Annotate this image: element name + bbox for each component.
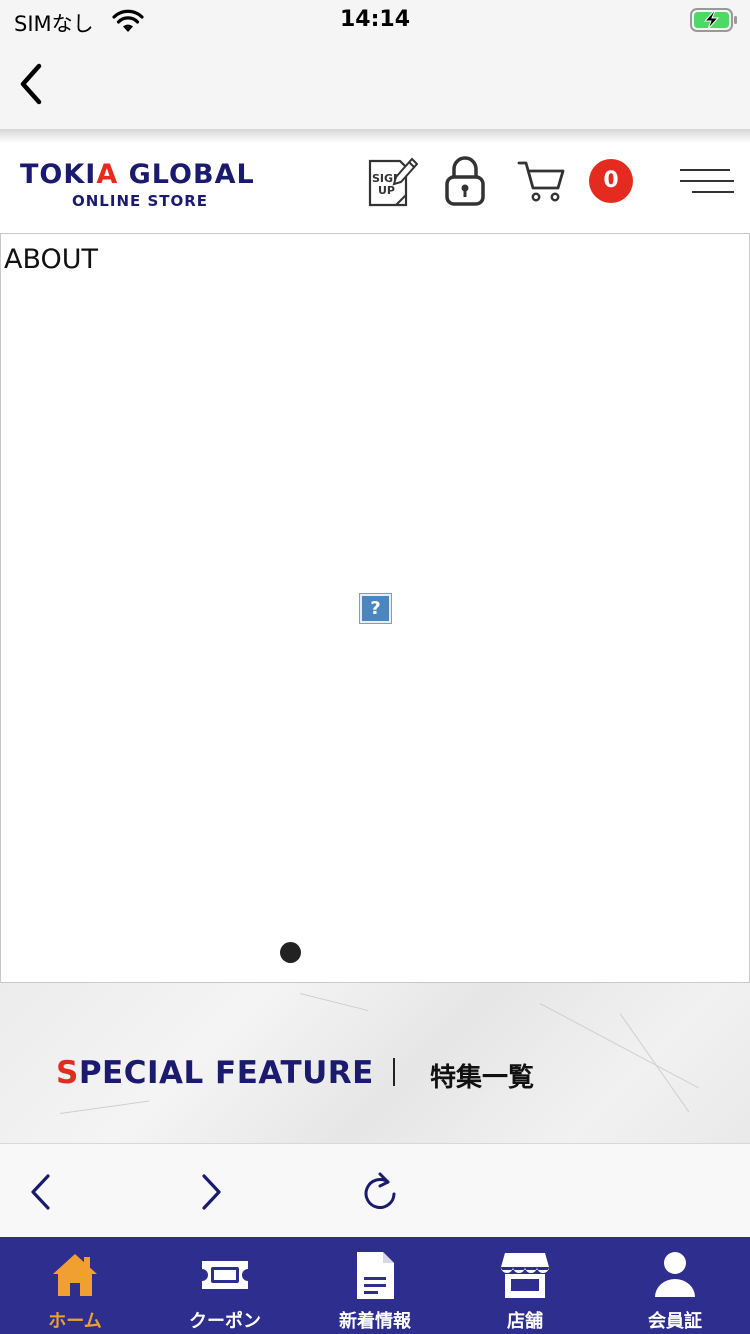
feature-list-link[interactable]: 特集一覧 [430, 1057, 534, 1094]
about-slider: ABOUT ? [0, 233, 750, 983]
status-time: 14:14 [339, 7, 411, 32]
special-feature-banner: SPECIAL FEATURE 特集一覧 [0, 983, 750, 1143]
tab-label: ホーム [48, 1311, 102, 1332]
divider [393, 1058, 395, 1086]
tab-home[interactable]: ホーム [0, 1237, 150, 1334]
special-feature-title: SPECIAL FEATURE [56, 1055, 374, 1091]
hamburger-menu-icon[interactable] [680, 165, 734, 199]
broken-image-glyph: ? [362, 596, 389, 621]
svg-text:UP: UP [378, 184, 395, 197]
cart-count-badge: 0 [589, 159, 633, 203]
tab-label: 店舗 [507, 1311, 543, 1332]
sign-up-icon[interactable]: SIGN UP [366, 155, 418, 211]
reload-icon[interactable] [358, 1170, 402, 1214]
document-icon [357, 1252, 394, 1299]
site-header: TOKIA GLOBAL ONLINE STORE SIGN UP 0 [0, 143, 750, 233]
browser-toolbar [0, 1143, 750, 1237]
tab-news[interactable]: 新着情報 [300, 1237, 450, 1334]
tab-bar: ホーム クーポン 新着情報 店舗 会員証 [0, 1237, 750, 1334]
store-icon [501, 1253, 549, 1298]
battery-charging-icon [690, 8, 737, 32]
tab-member-card[interactable]: 会員証 [600, 1237, 750, 1334]
logo-title: TOKIA GLOBAL [20, 159, 255, 190]
person-icon [655, 1252, 695, 1297]
about-title: ABOUT [4, 244, 99, 275]
home-icon [53, 1254, 97, 1296]
navigation-bar [0, 44, 750, 129]
tab-label: 新着情報 [339, 1311, 411, 1332]
tab-store[interactable]: 店舗 [450, 1237, 600, 1334]
lock-icon[interactable] [442, 155, 488, 207]
store-logo[interactable]: TOKIA GLOBAL ONLINE STORE [20, 159, 270, 213]
slider-dot[interactable] [280, 942, 301, 963]
tab-label: クーポン [189, 1311, 261, 1332]
chevron-left-icon[interactable] [12, 60, 52, 108]
logo-subtitle: ONLINE STORE [72, 192, 209, 210]
status-bar: SIMなし 14:14 [0, 0, 750, 44]
nav-shadow [0, 129, 750, 143]
tab-label: 会員証 [648, 1311, 702, 1332]
chevron-right-icon[interactable] [188, 1170, 232, 1214]
cart-icon[interactable] [516, 155, 566, 205]
tab-coupon[interactable]: クーポン [150, 1237, 300, 1334]
broken-image-icon: ? [359, 593, 392, 624]
coupon-icon [202, 1261, 248, 1289]
chevron-left-icon[interactable] [20, 1170, 64, 1214]
